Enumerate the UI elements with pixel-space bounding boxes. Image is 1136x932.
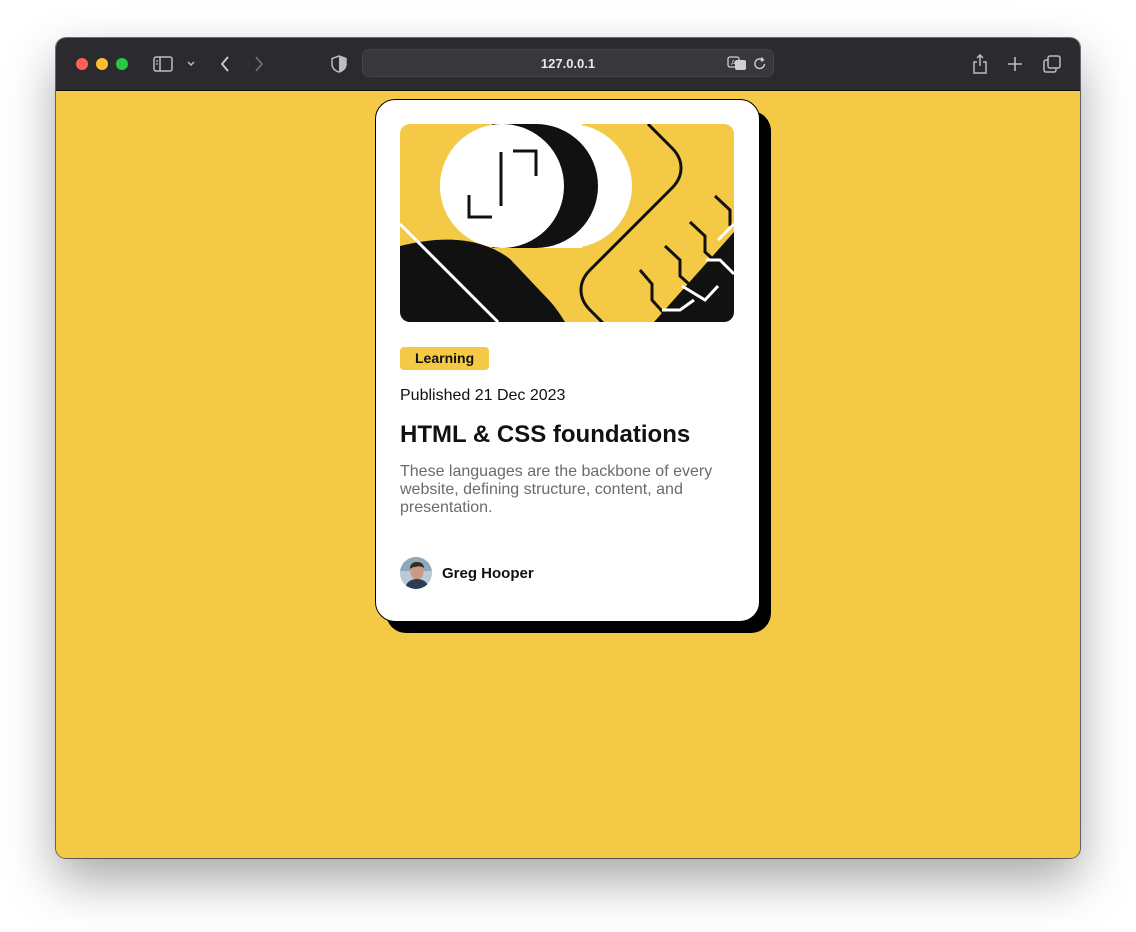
zoom-window-button[interactable] [116, 58, 128, 70]
new-tab-icon[interactable] [1003, 52, 1027, 76]
author-avatar [400, 557, 432, 589]
translate-icon[interactable]: A [727, 55, 747, 76]
close-window-button[interactable] [76, 58, 88, 70]
publish-date: Published 21 Dec 2023 [400, 387, 566, 404]
minimize-window-button[interactable] [96, 58, 108, 70]
category-badge[interactable]: Learning [400, 347, 490, 370]
forward-icon[interactable] [247, 52, 271, 76]
sidebar-icon[interactable] [151, 52, 175, 76]
card-description: These languages are the backbone of ever… [400, 463, 713, 516]
browser-window: 127.0.0.1 A Learning Published 21 Dec 20… [56, 38, 1080, 858]
url-text: 127.0.0.1 [540, 56, 596, 71]
card-illustration [400, 124, 734, 322]
back-icon[interactable] [213, 52, 237, 76]
reload-icon[interactable] [753, 56, 767, 76]
privacy-shield-icon[interactable] [327, 52, 351, 76]
card-title[interactable]: HTML & CSS foundations [400, 421, 690, 449]
address-bar[interactable]: 127.0.0.1 A [362, 49, 774, 77]
tabs-overview-icon[interactable] [1040, 52, 1064, 76]
blog-preview-card: Learning Published 21 Dec 2023 HTML & CS… [375, 99, 760, 622]
chevron-down-icon[interactable] [179, 52, 203, 76]
browser-toolbar: 127.0.0.1 A [56, 38, 1080, 91]
share-icon[interactable] [968, 52, 992, 76]
page-viewport: Learning Published 21 Dec 2023 HTML & CS… [56, 91, 1080, 858]
svg-text:A: A [731, 59, 736, 67]
author-name[interactable]: Greg Hooper [442, 565, 534, 582]
